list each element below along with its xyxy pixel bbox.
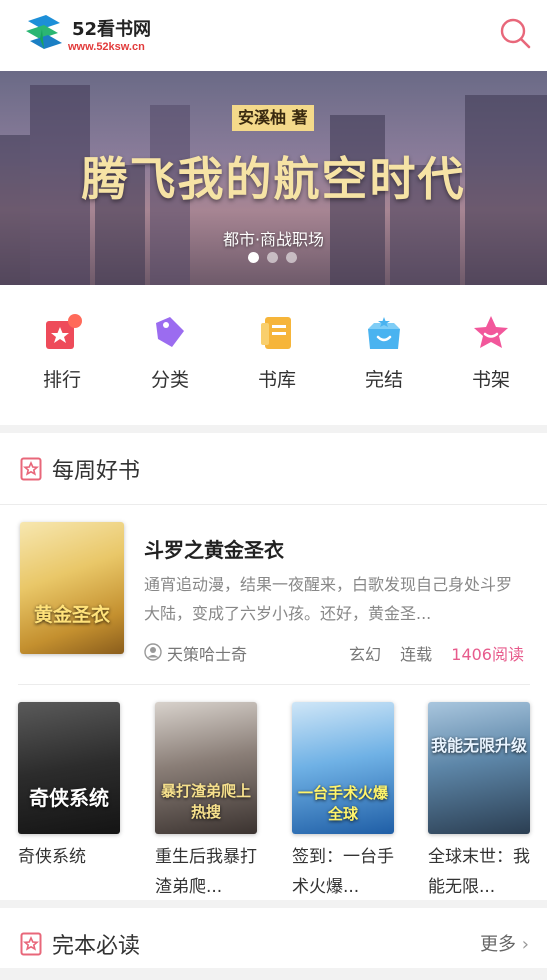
nav-label-completed: 完结 [364,369,403,391]
featured-description: 通宵追动漫，结果一夜醒来，白歌发现自己身处斗罗大陆，变成了六岁小孩。还好，黄金圣… [144,575,513,623]
carousel-dot-3[interactable] [286,252,297,263]
ranking-icon [46,314,82,349]
complete-header: 完本必读 更多 › [0,908,547,980]
read-count: 1406阅读 [451,645,524,664]
cover-title: 黄金圣衣 [33,604,110,626]
nav-category[interactable]: 分类 [130,313,210,392]
carousel-dot-1[interactable] [248,252,259,263]
featured-book[interactable]: 黄金圣衣 斗罗之黄金圣衣 通宵追动漫，结果一夜醒来，白歌发现自己身处斗罗大陆，变… [0,520,547,670]
book-card[interactable]: 奇侠系统 奇侠系统 [18,702,122,872]
featured-meta: 天策哈士奇 玄幻 连载 1406阅读 [144,640,530,664]
book-title[interactable]: 重生后我暴打渣弟爬... [155,842,259,902]
nav-bookshelf[interactable]: 书架 [451,313,531,392]
weekly-title: 每周好书 [52,459,141,484]
nav-label-ranking: 排行 [42,369,81,391]
book-cover[interactable]: 奇侠系统 [18,702,120,834]
book-card[interactable]: 我能无限升级 全球末世：我能无限... [428,702,532,902]
carousel-dot-2[interactable] [267,252,278,263]
book-cover[interactable]: 黄金圣衣 [20,522,124,654]
nav-label-bookshelf: 书架 [471,369,510,391]
hero-banner[interactable]: 安溪柚 著 腾飞我的航空时代 都市·商战职场 [0,71,547,285]
banner-author-tag: 安溪柚 著 [232,105,314,131]
book-cover[interactable]: 我能无限升级 [428,702,530,834]
library-icon [261,317,291,349]
search-icon[interactable] [498,16,532,50]
genre-tag: 玄幻 [349,645,382,664]
book-title[interactable]: 奇侠系统 [18,842,122,872]
nav-label-library: 书库 [257,369,296,391]
site-name: 52看书网 [72,19,152,40]
site-url: www.52ksw.cn [68,41,145,53]
nav-ranking[interactable]: 排行 [22,313,102,392]
book-title[interactable]: 全球末世：我能无限... [428,842,532,902]
cover-title: 一台手术火爆全球 [297,784,388,823]
featured-title[interactable]: 斗罗之黄金圣衣 [144,534,284,563]
logo-icon[interactable] [24,13,64,55]
complete-books-section: 完本必读 更多 › [0,908,547,968]
nav-label-category: 分类 [150,369,189,391]
weekly-books-section: 每周好书 黄金圣衣 斗罗之黄金圣衣 通宵追动漫，结果一夜醒来，白歌发现自己身处斗… [0,433,547,900]
banner-genre: 都市·商战职场 [222,230,325,249]
cover-title: 奇侠系统 [29,786,109,810]
nav-library[interactable]: 书库 [237,313,317,392]
app-header: 52看书网 www.52ksw.cn [0,0,547,71]
category-tag-icon [156,317,184,347]
book-title[interactable]: 签到：一台手术火爆... [292,842,396,902]
divider [18,684,530,685]
book-cover[interactable]: 暴打渣弟爬上热搜 [155,702,257,834]
cover-title: 我能无限升级 [430,736,527,755]
bookshelf-icon [474,316,508,348]
more-link[interactable]: 更多 › [480,930,529,956]
author-avatar-icon [144,643,162,661]
cover-title: 暴打渣弟爬上热搜 [160,782,251,821]
status-tag: 连载 [400,645,433,664]
complete-title: 完本必读 [52,934,141,959]
carousel-indicators [248,252,297,263]
featured-author: 天策哈士奇 [167,645,248,664]
chevron-right-icon: › [521,934,529,955]
nav-completed[interactable]: 完结 [344,313,424,392]
banner-title: 腾飞我的航空时代 [81,152,466,206]
more-label: 更多 [480,934,517,955]
completed-box-icon [368,317,400,349]
book-card[interactable]: 暴打渣弟爬上热搜 重生后我暴打渣弟爬... [155,702,259,902]
featured-tags: 玄幻 连载 1406阅读 [335,641,524,665]
weekly-header: 每周好书 [0,433,547,505]
quick-nav: 排行 分类 书库 完结 书架 [0,285,547,425]
book-cover[interactable]: 一台手术火爆全球 [292,702,394,834]
bookmark-star-icon [20,457,42,481]
bookmark-star-icon [20,932,42,956]
book-card[interactable]: 一台手术火爆全球 签到：一台手术火爆... [292,702,396,902]
